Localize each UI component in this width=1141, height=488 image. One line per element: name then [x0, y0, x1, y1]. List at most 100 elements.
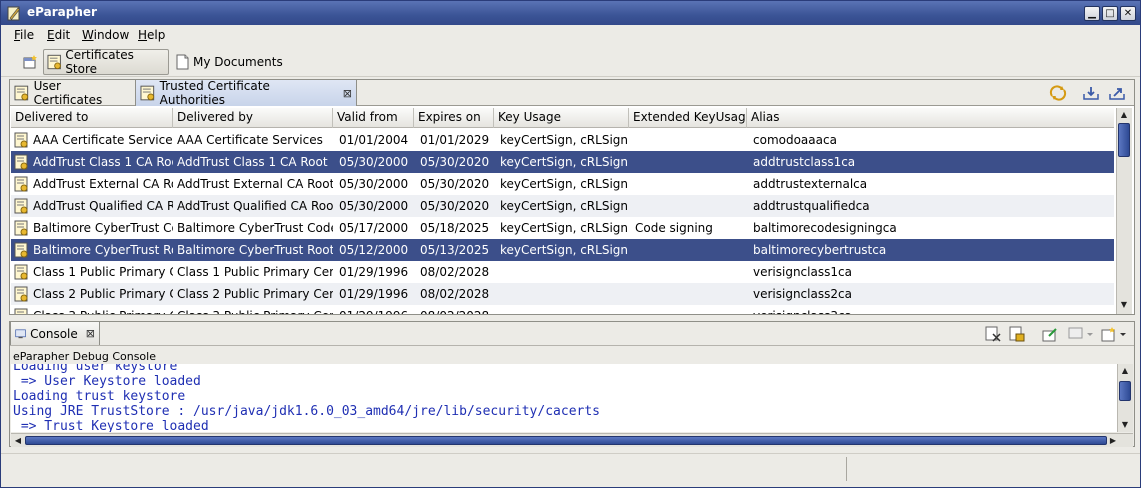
column-header-key-usage[interactable]: Key Usage	[494, 108, 629, 128]
status-bar	[1, 453, 1140, 487]
cell-expires-on: 08/02/2028	[414, 305, 494, 314]
cell-alias: baltimorecybertrustca	[753, 243, 887, 257]
table-row[interactable]: Class 2 Public Primary C Class 2 Public P…	[11, 283, 1114, 305]
certificate-icon	[47, 54, 61, 70]
export-icon[interactable]	[1108, 85, 1126, 101]
tab-trusted-certificate-authorities[interactable]: Trusted Certificate Authorities ⊠	[135, 79, 357, 107]
cell-delivered-by: AddTrust Class 1 CA Root	[177, 155, 328, 169]
column-header-expires-on[interactable]: Expires on	[414, 108, 494, 128]
column-header-valid-from[interactable]: Valid from	[333, 108, 414, 128]
console-tab-label: Console	[30, 326, 78, 341]
clear-console-icon[interactable]	[984, 326, 1002, 342]
certificate-icon	[140, 85, 155, 101]
column-header-delivered-by[interactable]: Delivered by	[173, 108, 333, 128]
close-console-icon[interactable]: ⊠	[86, 327, 95, 340]
tab-console[interactable]: Console ⊠	[10, 322, 100, 345]
certificate-icon	[14, 85, 29, 101]
cell-delivered-by: AAA Certificate Services	[177, 133, 323, 147]
pin-console-icon[interactable]	[1041, 326, 1059, 342]
new-window-icon	[23, 55, 37, 69]
table-vertical-scrollbar[interactable]: ▲ ▼	[1116, 108, 1132, 314]
my-documents-label: My Documents	[193, 55, 283, 69]
minimize-button[interactable]: ▁	[1084, 6, 1100, 21]
close-tab-icon[interactable]: ⊠	[343, 87, 352, 100]
cell-extended-keyusage	[629, 261, 747, 283]
menu-file[interactable]: File	[14, 28, 34, 42]
column-header-delivered-to[interactable]: Delivered to	[11, 108, 173, 128]
cell-key-usage: keyCertSign, cRLSign	[500, 155, 629, 169]
cell-extended-keyusage	[629, 173, 747, 195]
close-window-button[interactable]: ✕	[1120, 6, 1136, 21]
scroll-down-arrow-icon[interactable]: ▼	[1118, 418, 1132, 432]
menu-edit[interactable]: Edit	[47, 28, 70, 42]
console-line: Loading trust keystore	[13, 389, 186, 404]
tab-user-certificates-label: User Certificates	[33, 79, 103, 107]
main-toolbar: Certificates Store My Documents	[1, 47, 1140, 77]
table-row[interactable]: Baltimore CyberTrust Code Baltimore Cyber…	[11, 217, 1114, 239]
certificates-panel: User Certificates Trusted Certificate Au…	[9, 79, 1135, 315]
cell-valid-from: 05/17/2000	[339, 221, 409, 235]
scroll-down-arrow-icon[interactable]: ▼	[1117, 298, 1131, 312]
scroll-up-arrow-icon[interactable]: ▲	[1118, 364, 1132, 378]
console-output[interactable]: Loading user keystore => User Keystore l…	[11, 364, 1117, 432]
scroll-lock-icon[interactable]	[1008, 326, 1026, 342]
scroll-left-arrow-icon[interactable]: ◀	[11, 434, 25, 448]
cell-extended-keyusage	[629, 195, 747, 217]
column-header-alias[interactable]: Alias	[747, 108, 1114, 128]
cell-extended-keyusage	[629, 129, 747, 151]
cell-delivered-to: Class 3 Public Primary C	[11, 305, 173, 314]
cell-delivered-to: AAA Certificate Services	[33, 133, 173, 147]
console-line: Loading user keystore	[13, 364, 178, 374]
column-header-extended-keyusage[interactable]: Extended KeyUsage	[629, 108, 747, 128]
cell-delivered-to: Baltimore CyberTrust Code	[33, 221, 173, 235]
console-vertical-scrollbar[interactable]: ▲ ▼	[1117, 364, 1133, 432]
cell-delivered-by: Class 1 Public Primary Cer	[177, 265, 333, 279]
cell-expires-on: 05/30/2020	[420, 177, 490, 191]
my-documents-button[interactable]: My Documents	[171, 49, 286, 75]
app-pen-icon	[7, 6, 20, 21]
cell-alias: verisignclass2ca	[753, 287, 852, 301]
scrollbar-thumb[interactable]	[1119, 381, 1131, 401]
table-row[interactable]: AddTrust Class 1 CA Root AddTrust Class 1…	[11, 151, 1114, 173]
scrollbar-thumb[interactable]	[25, 436, 1107, 445]
cell-expires-on: 08/02/2028	[420, 287, 490, 301]
table-row[interactable]: Baltimore CyberTrust Root Baltimore Cyber…	[11, 239, 1114, 261]
tab-user-certificates[interactable]: User Certificates	[10, 79, 135, 107]
cell-alias: addtrustclass1ca	[753, 155, 856, 169]
console-horizontal-scrollbar[interactable]: ◀ ▶	[11, 433, 1133, 447]
scrollbar-thumb[interactable]	[1118, 123, 1130, 157]
menu-help[interactable]: Help	[138, 28, 165, 42]
console-line: => Trust Keystore loaded	[13, 419, 209, 432]
cell-alias: addtrustexternalca	[753, 177, 868, 191]
open-console-icon[interactable]	[1101, 326, 1127, 342]
table-row[interactable]: AddTrust External CA Root AddTrust Extern…	[11, 173, 1114, 195]
cell-valid-from: 05/30/2000	[339, 155, 409, 169]
table-row[interactable]: AAA Certificate Services AAA Certificate …	[11, 129, 1114, 151]
table-row[interactable]: Class 1 Public Primary C Class 1 Public P…	[11, 261, 1114, 283]
window-title: eParapher	[27, 5, 97, 19]
table-row[interactable]: AddTrust Qualified CA Root AddTrust Quali…	[11, 195, 1114, 217]
import-icon[interactable]	[1082, 85, 1100, 101]
cell-valid-from: 05/12/2000	[339, 243, 409, 257]
certificates-store-button[interactable]: Certificates Store	[43, 48, 169, 76]
cell-valid-from: 01/29/1996	[333, 305, 414, 314]
table-row[interactable]: Class 3 Public Primary CClass 3 Public P…	[11, 305, 1114, 314]
display-console-icon[interactable]	[1068, 326, 1094, 342]
new-perspective-button[interactable]	[19, 49, 41, 75]
refresh-icon[interactable]	[1049, 85, 1067, 101]
maximize-button[interactable]: □	[1102, 6, 1118, 21]
cell-delivered-by: AddTrust External CA Root	[177, 177, 333, 191]
title-bar[interactable]: eParapher ▁ □ ✕	[1, 1, 1140, 25]
cell-key-usage: keyCertSign, cRLSign	[500, 221, 629, 235]
cell-key-usage	[494, 305, 629, 314]
cell-expires-on: 05/13/2025	[420, 243, 490, 257]
console-title: eParapher Debug Console	[13, 350, 156, 363]
cell-extended-keyusage	[629, 151, 747, 173]
cell-key-usage: keyCertSign, cRLSign	[500, 177, 629, 191]
scroll-right-arrow-icon[interactable]: ▶	[1106, 434, 1120, 448]
menu-window[interactable]: Window	[82, 28, 129, 42]
console-line: Using JRE TrustStore : /usr/java/jdk1.6.…	[13, 404, 600, 419]
scroll-up-arrow-icon[interactable]: ▲	[1117, 108, 1131, 122]
certificates-store-label: Certificates Store	[65, 48, 134, 76]
cell-key-usage: keyCertSign, cRLSign	[500, 133, 629, 147]
